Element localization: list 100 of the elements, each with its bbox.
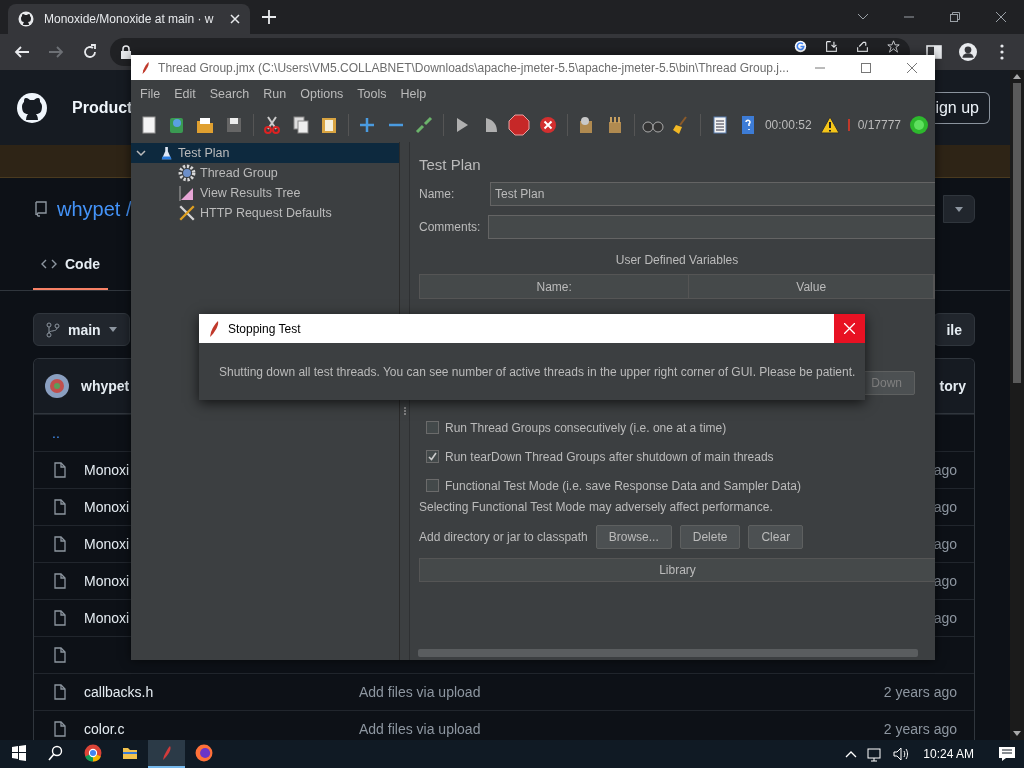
profile-icon[interactable] (959, 43, 977, 61)
column-header[interactable]: Name: (420, 275, 690, 298)
browser-tab[interactable]: Monoxide/Monoxide at main · w (8, 4, 250, 34)
menu-icon[interactable] (1000, 44, 1004, 60)
file-icon (52, 499, 68, 515)
network-icon[interactable] (867, 746, 884, 762)
field-label: Name: (419, 187, 456, 201)
tree-item[interactable]: Test Plan (131, 143, 399, 163)
file-name[interactable]: callbacks.h (84, 684, 154, 700)
menu-item[interactable]: File (133, 86, 168, 101)
tree-item[interactable]: View Results Tree (131, 183, 399, 203)
clock[interactable]: 10:24 AM (923, 747, 974, 761)
file-icon (52, 573, 68, 589)
checkbox-row[interactable]: Run Thread Groups consecutively (i.e. one at a time) (426, 413, 935, 442)
close-icon[interactable] (996, 12, 1006, 22)
menu-item[interactable]: Edit (167, 86, 203, 101)
checkbox[interactable] (426, 450, 439, 463)
checkbox-row[interactable]: Run tearDown Thread Groups after shutdown of main threads (426, 442, 935, 471)
menu-item[interactable]: Search (202, 86, 257, 101)
fox-globe-icon (194, 744, 213, 762)
file-name[interactable]: Monoxi (84, 462, 130, 478)
nav-link[interactable]: Product (72, 98, 133, 117)
chevron-icon[interactable] (136, 148, 146, 158)
commit-age: ago (933, 573, 957, 589)
repo-owner-link[interactable]: whypet / (57, 197, 132, 221)
comments-field[interactable] (488, 215, 935, 239)
chevron-down-icon[interactable] (857, 13, 869, 21)
toggle-icon[interactable] (414, 114, 434, 135)
tree-item[interactable]: HTTP Request Defaults (131, 203, 399, 223)
commit-age: ago (933, 536, 957, 552)
dropdown-button[interactable] (943, 195, 975, 223)
scrollbar[interactable] (418, 649, 918, 657)
forward-arrow-icon[interactable] (48, 44, 64, 60)
checkbox-row[interactable]: Functional Test Mode (i.e. save Response Data and Sampler Data) (426, 471, 935, 500)
file-name[interactable]: color.c (84, 721, 125, 737)
menu-item[interactable]: Options (293, 86, 351, 101)
file-name[interactable]: Monoxi (84, 610, 130, 626)
file-icon (52, 684, 68, 700)
column-header[interactable]: Value (689, 275, 934, 298)
tab-title: Monoxide/Monoxide at main · w (44, 12, 215, 26)
tree-item[interactable]: Thread Group (131, 163, 399, 183)
file-name[interactable]: Monoxi (84, 573, 130, 589)
file-name[interactable]: Monoxi (84, 536, 130, 552)
commit-author[interactable]: whypet (81, 378, 130, 394)
reload-icon[interactable] (82, 44, 98, 60)
plus-icon[interactable] (262, 10, 276, 24)
elapsed-time: 00:00:52 (764, 117, 812, 132)
checkbox[interactable] (426, 479, 439, 492)
menu-item[interactable]: Help (393, 86, 434, 101)
volume-icon[interactable] (893, 746, 910, 762)
search-icon[interactable] (47, 745, 64, 761)
scissors-icon[interactable] (262, 114, 283, 135)
share-icon[interactable] (856, 40, 869, 53)
scroll-up-icon[interactable] (1013, 74, 1021, 79)
scroll-down-icon[interactable] (1013, 731, 1021, 736)
commit-age: 2 years ago (883, 684, 957, 700)
dialog-message: Shutting down all test threads. You can see number of active threads in the upper right corner of GUI. Please be patient. (219, 365, 857, 379)
panel-heading: Test Plan (419, 156, 482, 173)
branch-button[interactable]: main (33, 313, 130, 346)
name-field[interactable]: Test Plan (490, 182, 935, 206)
restore-icon[interactable] (950, 12, 960, 22)
file-icon (52, 647, 68, 663)
checkbox[interactable] (426, 421, 439, 434)
github-logo-icon (18, 11, 34, 27)
history-link[interactable]: tory (939, 378, 966, 394)
maximize-icon[interactable] (861, 62, 871, 73)
windows-logo-icon[interactable] (10, 745, 27, 761)
wrench-screwdriver-icon (178, 204, 196, 222)
download-icon[interactable] (825, 40, 838, 53)
menu-item[interactable]: Run (256, 86, 294, 101)
scrollbar[interactable] (1010, 70, 1024, 740)
action-button[interactable]: Clear (748, 525, 804, 549)
github-logo-icon (16, 91, 48, 124)
star-icon[interactable] (887, 40, 900, 53)
chevron-up-icon[interactable] (845, 750, 858, 758)
action-button[interactable]: Browse... (595, 525, 672, 549)
taskbar-app[interactable] (148, 740, 185, 768)
column-header[interactable]: Library (419, 558, 935, 582)
close-button[interactable] (834, 314, 865, 343)
close-icon (844, 323, 855, 334)
x-circle-icon[interactable] (538, 114, 559, 135)
back-arrow-icon[interactable] (14, 44, 30, 60)
sidebar-icon[interactable] (926, 44, 942, 60)
menu-item[interactable]: Tools (350, 86, 394, 101)
g-icon[interactable] (794, 40, 807, 53)
commit-message[interactable]: Add files via upload (359, 721, 481, 737)
notification-icon[interactable] (998, 746, 1016, 762)
file-button[interactable]: ile (933, 313, 975, 346)
field-label: Add directory or jar to classpath (419, 530, 588, 544)
commit-message[interactable]: Add files via upload (359, 684, 481, 700)
section-title: User Defined Variables (615, 253, 739, 267)
warning-icon[interactable] (819, 115, 840, 134)
stop-sign-icon[interactable] (507, 112, 532, 137)
copy-icon[interactable] (290, 114, 311, 135)
file-name[interactable]: Monoxi (84, 499, 130, 515)
avatar (45, 374, 69, 398)
action-button[interactable]: Delete (679, 525, 741, 549)
folder-icon (120, 745, 139, 761)
repo-tab[interactable]: Code (33, 240, 108, 290)
close-icon[interactable] (907, 62, 917, 73)
